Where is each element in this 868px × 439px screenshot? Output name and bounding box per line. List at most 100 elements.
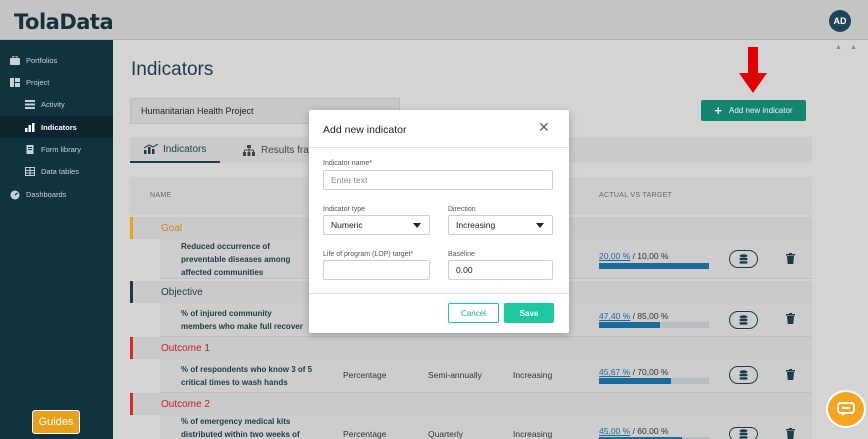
indicator-name-label: Indicator name*: [323, 160, 373, 167]
progress-fill: [599, 378, 671, 384]
sidebar-item-data-tables[interactable]: Data tables: [0, 160, 113, 182]
target-value: / 85,00 %: [630, 311, 669, 321]
actual-value[interactable]: 47,40 %: [599, 311, 630, 321]
baseline-label: Baseline: [448, 251, 475, 258]
indicator-direction: Increasing: [513, 370, 553, 380]
user-avatar[interactable]: AD: [829, 10, 851, 32]
indicator-frequency: Quarterly: [428, 429, 463, 439]
chevron-down-icon: [413, 223, 421, 228]
actual-value[interactable]: 45,00 %: [599, 426, 630, 436]
hierarchy-icon: [243, 144, 255, 156]
save-button[interactable]: Save: [504, 303, 554, 323]
progress-bar: [599, 378, 709, 384]
target-value: / 10,00 %: [630, 251, 669, 261]
trash-icon[interactable]: [786, 369, 795, 380]
tab-label: Indicators: [163, 143, 207, 155]
lop-target-label: Life of program (LOP) target*: [323, 251, 414, 258]
cancel-button[interactable]: Cancel: [448, 303, 499, 323]
details-button[interactable]: [729, 311, 758, 329]
sidebar: Portfolios Project Activity Indicators F…: [0, 40, 113, 439]
red-arrow-down-icon: [739, 47, 767, 93]
actual-vs-target: 45,67 % / 70,00 %: [599, 367, 668, 377]
indicator-type: Percentage: [343, 429, 387, 439]
sidebar-item-label: Project: [26, 77, 50, 87]
details-button[interactable]: [729, 366, 758, 384]
group-label: Objective: [161, 286, 203, 298]
group-row-outcome-2: Outcome 2: [130, 393, 812, 415]
tab-indicators[interactable]: Indicators: [130, 137, 221, 163]
indicator-type-select[interactable]: Numeric: [323, 215, 430, 235]
app-logo[interactable]: TolaData: [14, 10, 114, 34]
column-header-actual-vs-target: ACTUAL VS TARGET: [599, 192, 673, 199]
baseline-input[interactable]: 0.00: [448, 260, 553, 280]
modal-title: Add new indicator: [323, 124, 407, 136]
indicator-name[interactable]: Reduced occurrence of preventable diseas…: [181, 240, 290, 279]
chat-icon: [837, 402, 855, 416]
indicator-direction: Increasing: [513, 429, 553, 439]
group-color-bar: [130, 337, 133, 359]
chevron-down-icon: [536, 223, 544, 228]
details-button[interactable]: [729, 427, 758, 439]
add-indicator-modal: Add new indicator ✕ Indicator name* Ente…: [309, 110, 569, 333]
briefcase-icon: [10, 55, 20, 65]
document-icon: [25, 144, 35, 154]
actual-vs-target: 47,40 % / 85,00 %: [599, 311, 668, 321]
project-select-value: Humanitarian Health Project: [141, 106, 254, 116]
bar-chart-icon: [25, 122, 35, 132]
sidebar-item-form-library[interactable]: Form library: [0, 138, 113, 160]
details-button[interactable]: [729, 250, 758, 268]
sidebar-item-label: Activity: [41, 99, 65, 109]
actual-vs-target: 45,00 % / 60,00 %: [599, 426, 668, 436]
actual-value[interactable]: 20,00 %: [599, 251, 630, 261]
close-icon[interactable]: ✕: [538, 120, 550, 134]
table-row[interactable]: % of emergency medical kits distributed …: [160, 415, 812, 439]
group-color-bar: [130, 393, 133, 415]
table-row[interactable]: % of respondents who know 3 of 5 critica…: [160, 359, 812, 393]
indicator-type: Percentage: [343, 370, 387, 380]
sidebar-item-indicators[interactable]: Indicators: [0, 116, 113, 138]
database-icon: [739, 429, 748, 439]
sidebar-item-label: Dashboards: [26, 189, 67, 199]
indicator-name[interactable]: % of emergency medical kits distributed …: [181, 415, 300, 439]
sidebar-item-label: Data tables: [41, 166, 79, 176]
indicator-name[interactable]: % of respondents who know 3 of 5 critica…: [181, 363, 312, 389]
group-label: Goal: [161, 222, 183, 234]
indicator-type-label: Indicator type: [323, 206, 366, 213]
lop-target-input[interactable]: [323, 260, 430, 280]
page-title: Indicators: [131, 59, 214, 80]
indicator-name-input[interactable]: Enter text: [323, 170, 553, 190]
trash-icon[interactable]: [786, 253, 795, 264]
trash-icon[interactable]: [786, 313, 795, 324]
database-icon: [739, 370, 748, 380]
line-chart-icon: [144, 144, 158, 154]
sidebar-item-label: Form library: [41, 144, 82, 154]
group-label: Outcome 2: [161, 398, 210, 410]
trash-icon[interactable]: [786, 428, 795, 439]
add-indicator-button[interactable]: + Add new indicator: [701, 100, 806, 121]
database-icon: [739, 315, 748, 325]
add-indicator-label: Add new indicator: [729, 106, 793, 115]
sidebar-item-portfolios[interactable]: Portfolios: [0, 49, 113, 71]
dashboard-icon: [10, 190, 20, 199]
indicator-frequency: Semi-annually: [428, 370, 482, 380]
sidebar-item-project[interactable]: Project: [0, 71, 113, 93]
top-bar: TolaData AD: [0, 0, 868, 40]
modal-divider: [309, 293, 569, 294]
sidebar-item-activity[interactable]: Activity: [0, 93, 113, 115]
target-value: / 70,00 %: [630, 367, 669, 377]
list-icon: [25, 99, 35, 109]
actual-value[interactable]: 45,67 %: [599, 367, 630, 377]
scroll-up-arrow-icon[interactable]: ▲: [835, 44, 842, 51]
chat-button[interactable]: [826, 390, 866, 428]
modal-divider: [309, 147, 569, 148]
progress-bar: [599, 263, 709, 269]
column-header-name: NAME: [150, 192, 172, 199]
guides-button[interactable]: Guides: [32, 410, 80, 434]
sidebar-item-dashboards[interactable]: Dashboards: [0, 183, 113, 205]
indicator-name[interactable]: % of injured community members who make …: [181, 307, 303, 333]
group-color-bar: [130, 217, 133, 239]
direction-select[interactable]: Increasing: [448, 215, 553, 235]
group-color-bar: [130, 281, 133, 303]
scroll-up-arrow-icon-secondary[interactable]: ▲: [850, 44, 857, 51]
group-row-outcome-1: Outcome 1: [130, 337, 812, 359]
